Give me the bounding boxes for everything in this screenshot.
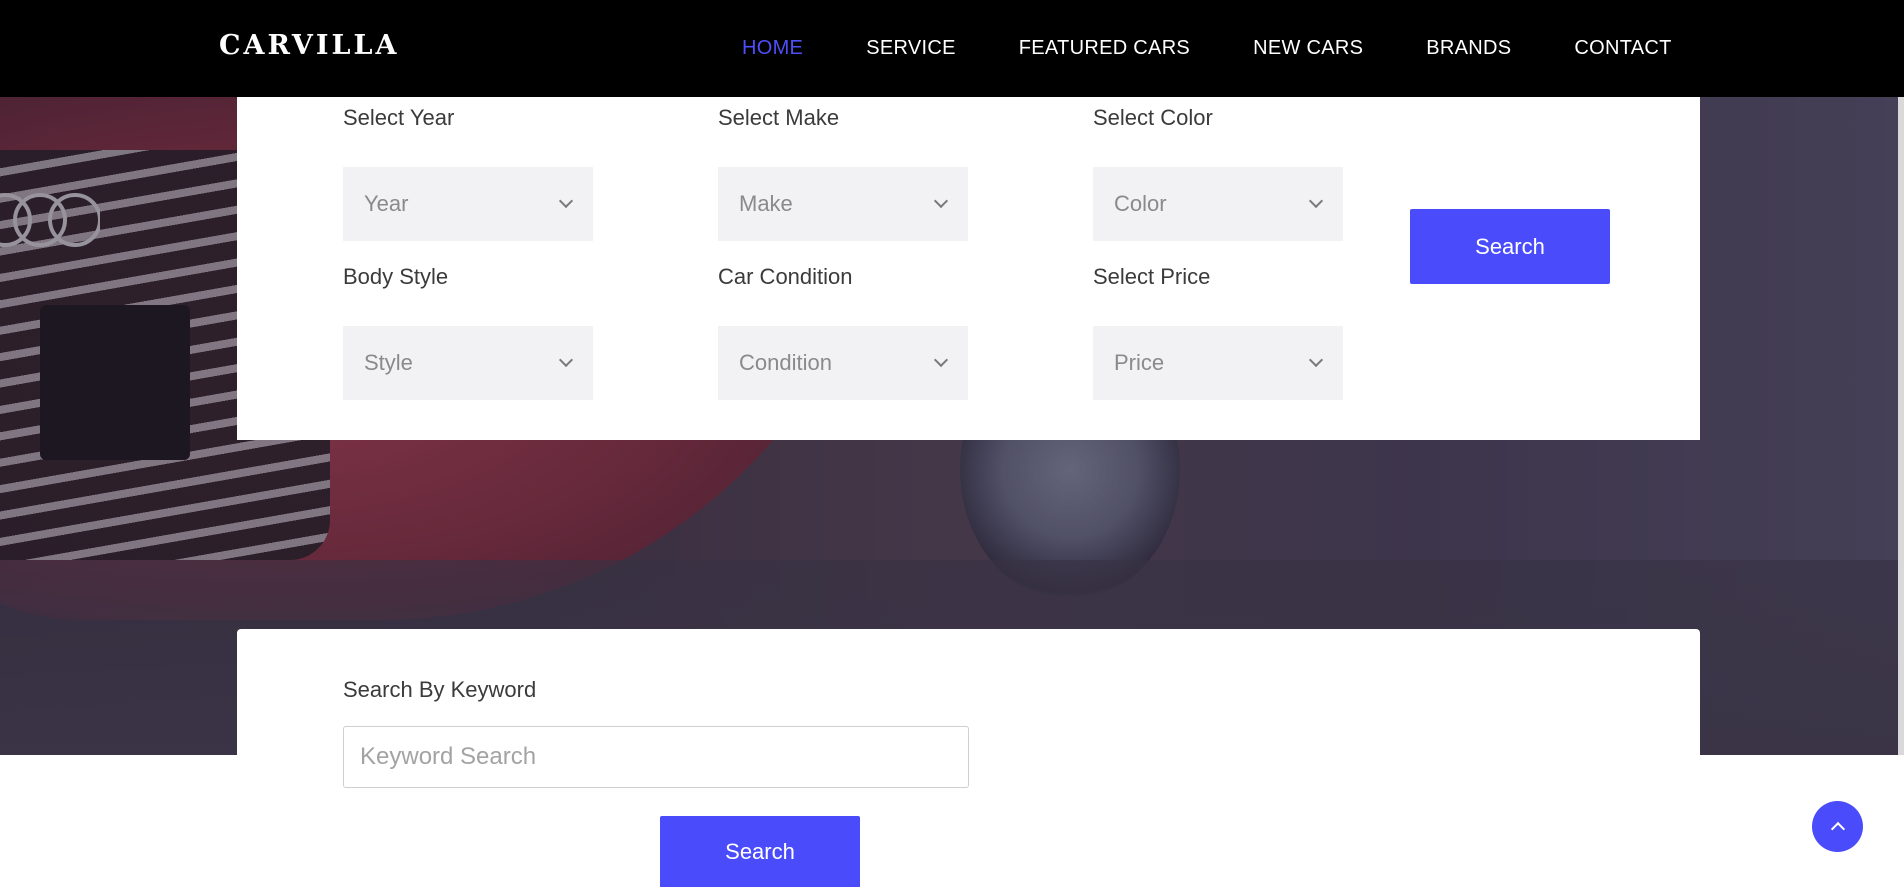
chevron-down-icon [558, 352, 574, 368]
keyword-label: Search By Keyword [343, 677, 537, 702]
condition-select-value: Condition [739, 350, 832, 375]
brand-logo[interactable]: CARVILLA [219, 30, 399, 61]
chevron-down-icon [933, 193, 949, 209]
price-label: Select Price [1093, 264, 1211, 289]
color-select-value: Color [1114, 191, 1167, 216]
keyword-search-panel: Search By Keyword Search [237, 629, 1700, 887]
nav-item-new-cars[interactable]: NEW CARS [1253, 37, 1363, 60]
color-select[interactable]: Color [1093, 167, 1343, 241]
nav-item-featured-cars[interactable]: FEATURED CARS [1019, 37, 1190, 60]
keyword-search-input[interactable] [343, 726, 969, 788]
chevron-down-icon [933, 352, 949, 368]
car-filter-panel: Select Year Year Select Make Make Select… [237, 97, 1700, 440]
color-filter: Select Color Color [1093, 105, 1343, 241]
style-select-value: Style [364, 350, 413, 375]
year-select[interactable]: Year [343, 167, 593, 241]
scrollbar[interactable] [1898, 0, 1904, 755]
color-label: Select Color [1093, 105, 1213, 130]
scroll-to-top-button[interactable] [1812, 801, 1863, 852]
filter-search-button[interactable]: Search [1410, 209, 1610, 284]
keyword-search-button[interactable]: Search [660, 816, 860, 887]
chevron-down-icon [558, 193, 574, 209]
make-filter: Select Make Make [718, 105, 968, 241]
main-nav: HOME SERVICE FEATURED CARS NEW CARS BRAN… [742, 37, 1672, 60]
price-select-value: Price [1114, 350, 1165, 375]
nav-item-contact[interactable]: CONTACT [1574, 37, 1671, 60]
year-filter: Select Year Year [343, 105, 593, 241]
chevron-down-icon [1308, 352, 1324, 368]
navbar: CARVILLA HOME SERVICE FEATURED CARS NEW … [0, 0, 1904, 97]
make-select-value: Make [739, 191, 793, 216]
condition-select[interactable]: Condition [718, 326, 968, 400]
year-select-value: Year [364, 191, 409, 216]
make-label: Select Make [718, 105, 840, 130]
nav-item-home[interactable]: HOME [742, 37, 803, 60]
condition-filter: Car Condition Condition [718, 264, 968, 400]
style-select[interactable]: Style [343, 326, 593, 400]
chevron-up-icon [1830, 821, 1845, 836]
style-label: Body Style [343, 264, 449, 289]
nav-item-brands[interactable]: BRANDS [1426, 37, 1511, 60]
year-label: Select Year [343, 105, 455, 130]
style-filter: Body Style Style [343, 264, 593, 400]
chevron-down-icon [1308, 193, 1324, 209]
price-filter: Select Price Price [1093, 264, 1343, 400]
make-select[interactable]: Make [718, 167, 968, 241]
condition-label: Car Condition [718, 264, 853, 289]
price-select[interactable]: Price [1093, 326, 1343, 400]
nav-item-service[interactable]: SERVICE [866, 37, 956, 60]
